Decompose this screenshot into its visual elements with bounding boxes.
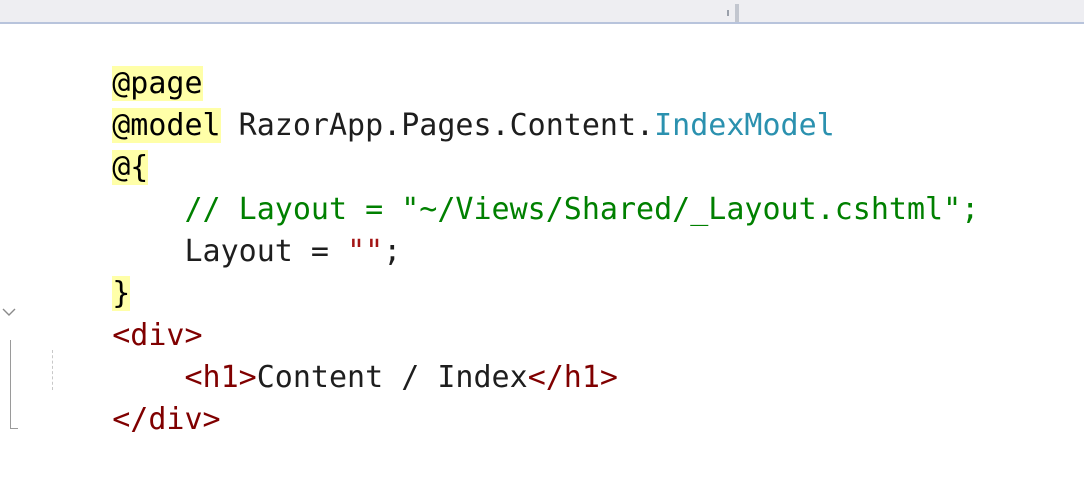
- html-close-tag: </h1>: [527, 360, 618, 395]
- fold-guide-end: [10, 428, 18, 429]
- code-line-1: @page: [40, 24, 203, 101]
- code-line-8: <h1>Content / Index</h1>: [40, 318, 619, 395]
- code-line-7: <div>: [40, 276, 202, 353]
- scroll-marker: [727, 10, 729, 16]
- code-text: RazorApp.Pages.Content.: [220, 108, 655, 143]
- splitter[interactable]: [735, 4, 739, 22]
- html-text: Content / Index: [256, 360, 528, 395]
- html-close-tag: </div>: [112, 402, 221, 437]
- type-name: IndexModel: [654, 108, 835, 143]
- editor-tab-strip: [0, 0, 1084, 22]
- code-line-5: Layout = "";: [40, 192, 402, 269]
- code-text: ;: [383, 234, 402, 269]
- code-line-9: </div>: [40, 360, 220, 437]
- code-line-4: // Layout = "~/Views/Shared/_Layout.csht…: [40, 150, 980, 227]
- code-text: Layout =: [184, 234, 348, 269]
- code-line-2: @model RazorApp.Pages.Content.IndexModel: [40, 66, 835, 143]
- fold-guide-line: [10, 340, 11, 428]
- indent-guide: [52, 350, 53, 390]
- code-line-3: @{: [40, 108, 149, 185]
- string-literal: "": [347, 234, 384, 269]
- collapse-chevron-icon[interactable]: [1, 304, 17, 320]
- code-line-6: }: [40, 234, 131, 311]
- code-editor[interactable]: @page @model RazorApp.Pages.Content.Inde…: [0, 24, 1084, 472]
